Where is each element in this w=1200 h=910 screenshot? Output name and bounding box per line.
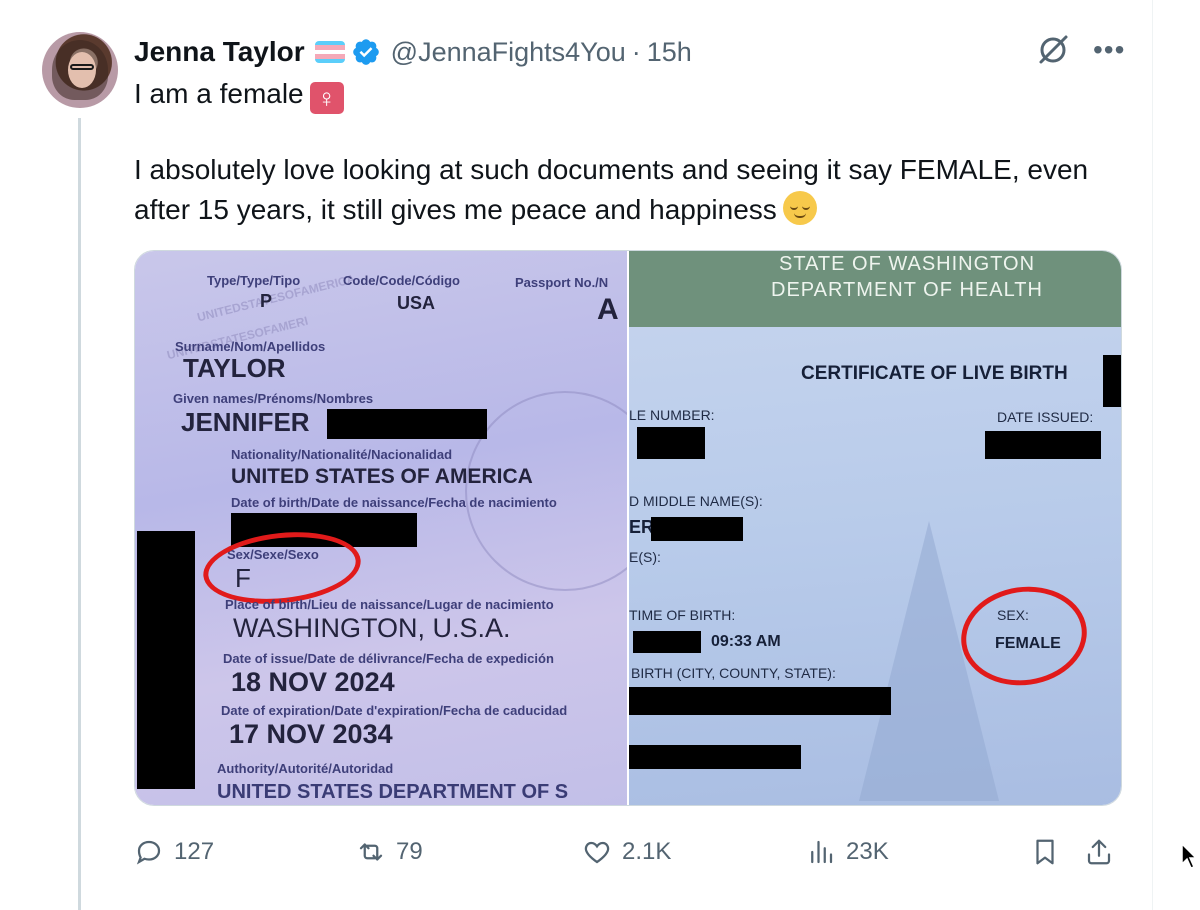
passport-surname-value: TAYLOR	[183, 353, 286, 383]
bookmark-button[interactable]	[1030, 832, 1070, 872]
separator-dot: ·	[631, 36, 641, 67]
author-handle[interactable]: @JennaFights4You	[391, 37, 626, 68]
passport-authority-label: Authority/Autorité/Autoridad	[217, 761, 394, 776]
tweet-text-line2: I absolutely love looking at such docume…	[134, 150, 1134, 230]
passport-number-value: A	[597, 293, 619, 326]
passport-expiry-label: Date of expiration/Date d'expiration/Fec…	[221, 703, 568, 718]
reply-icon	[136, 840, 161, 865]
tweet-media[interactable]: UNITEDSTATESOFAMERICA UNITEDSTATESOFAMER…	[134, 250, 1122, 806]
cert-time-value: 09:33 AM	[711, 633, 781, 650]
cert-title: CERTIFICATE OF LIVE BIRTH	[801, 363, 1068, 384]
more-options-icon[interactable]: •••	[1093, 32, 1125, 68]
bookmark-icon	[1036, 839, 1054, 865]
passport-type-value: P	[260, 291, 273, 311]
redaction-bar	[985, 431, 1101, 459]
reply-button[interactable]: 127	[134, 832, 214, 872]
passport-nationality-value: UNITED STATES OF AMERICA	[231, 465, 533, 488]
thread-line	[78, 118, 81, 910]
cert-time-label: TIME OF BIRTH:	[629, 607, 736, 623]
redaction-bar	[327, 409, 487, 439]
reply-count: 127	[174, 838, 215, 865]
passport-code-value: USA	[397, 293, 436, 313]
views-icon	[811, 840, 833, 864]
avatar[interactable]	[42, 32, 118, 108]
redaction-bar	[629, 687, 891, 715]
passport-pob-value: WASHINGTON, U.S.A.	[233, 613, 511, 643]
cert-birthplace-label: BIRTH (CITY, COUNTY, STATE):	[631, 665, 836, 681]
tweet-text-body: I absolutely love looking at such docume…	[134, 154, 1089, 225]
passport-nationality-label: Nationality/Nationalité/Nacionalidad	[231, 447, 453, 462]
passport-code-label: Code/Code/Código	[343, 273, 460, 288]
passport-number-label: Passport No./N	[515, 275, 609, 290]
tweet-top-actions: •••	[1035, 32, 1125, 68]
redaction-bar	[651, 517, 743, 541]
tweet-text-line1: I am a female ♀	[134, 74, 344, 114]
like-button[interactable]: 2.1K	[582, 832, 671, 872]
redaction-bar	[1103, 355, 1121, 407]
passport-dob-label: Date of birth/Date de naissance/Fecha de…	[231, 495, 557, 510]
passport-given-label: Given names/Prénoms/Nombres	[173, 391, 374, 406]
tweet-actions: 127 79 2.1K 23K	[134, 832, 1124, 872]
redaction-bar	[633, 631, 701, 653]
cert-file-number-label: LE NUMBER:	[629, 407, 715, 423]
share-icon	[1087, 839, 1111, 865]
passport-authority-value: UNITED STATES DEPARTMENT OF S	[217, 781, 569, 803]
passport-seal	[465, 391, 627, 591]
cert-banner-line2: DEPARTMENT OF HEALTH	[771, 279, 1043, 301]
cert-date-issued-label: DATE ISSUED:	[997, 409, 1094, 425]
trans-flag-icon	[314, 41, 345, 63]
female-sign-emoji: ♀	[309, 82, 344, 114]
cert-middle-name-label: D MIDDLE NAME(S):	[629, 493, 763, 509]
cert-banner-line1: STATE OF WASHINGTON	[779, 253, 1036, 275]
passport-issue-label: Date of issue/Date de délivrance/Fecha d…	[223, 651, 554, 666]
views-count: 23K	[846, 838, 889, 865]
tweet-text-first: I am a female	[134, 78, 304, 109]
passport-issue-value: 18 NOV 2024	[231, 667, 395, 697]
passport-given-value: JENNIFER	[181, 407, 310, 437]
views-button[interactable]: 23K	[806, 832, 889, 872]
birth-certificate-photo[interactable]: STATE OF WASHINGTON DEPARTMENT OF HEALTH…	[629, 251, 1121, 805]
like-count: 2.1K	[622, 838, 672, 865]
author-name[interactable]: Jenna Taylor	[134, 36, 305, 68]
cert-names-label: E(S):	[629, 549, 661, 565]
repost-icon	[359, 843, 383, 861]
relieved-face-emoji	[782, 191, 817, 225]
repost-count: 79	[396, 838, 423, 865]
passport-expiry-value: 17 NOV 2034	[229, 719, 393, 749]
redaction-bar	[637, 427, 705, 459]
passport-surname-label: Surname/Nom/Apellidos	[175, 339, 326, 354]
timeline-border	[1152, 0, 1153, 910]
mouse-cursor-icon	[1181, 842, 1198, 869]
passport-pob-label: Place of birth/Lieu de naissance/Lugar d…	[225, 597, 554, 612]
heart-icon	[584, 841, 610, 864]
passport-type-label: Type/Type/Tipo	[207, 273, 301, 288]
tweet-header: Jenna Taylor @JennaFights4You · 15h	[134, 33, 692, 71]
cert-banner: STATE OF WASHINGTON DEPARTMENT OF HEALTH	[629, 251, 1121, 327]
grok-icon[interactable]	[1035, 32, 1071, 68]
repost-button[interactable]: 79	[356, 832, 423, 872]
verified-badge-icon[interactable]	[351, 37, 381, 67]
timestamp[interactable]: 15h	[647, 37, 692, 68]
share-button[interactable]	[1084, 832, 1124, 872]
redaction-bar	[629, 745, 801, 769]
redaction-bar	[137, 531, 195, 789]
passport-photo[interactable]: UNITEDSTATESOFAMERICA UNITEDSTATESOFAMER…	[135, 251, 627, 805]
